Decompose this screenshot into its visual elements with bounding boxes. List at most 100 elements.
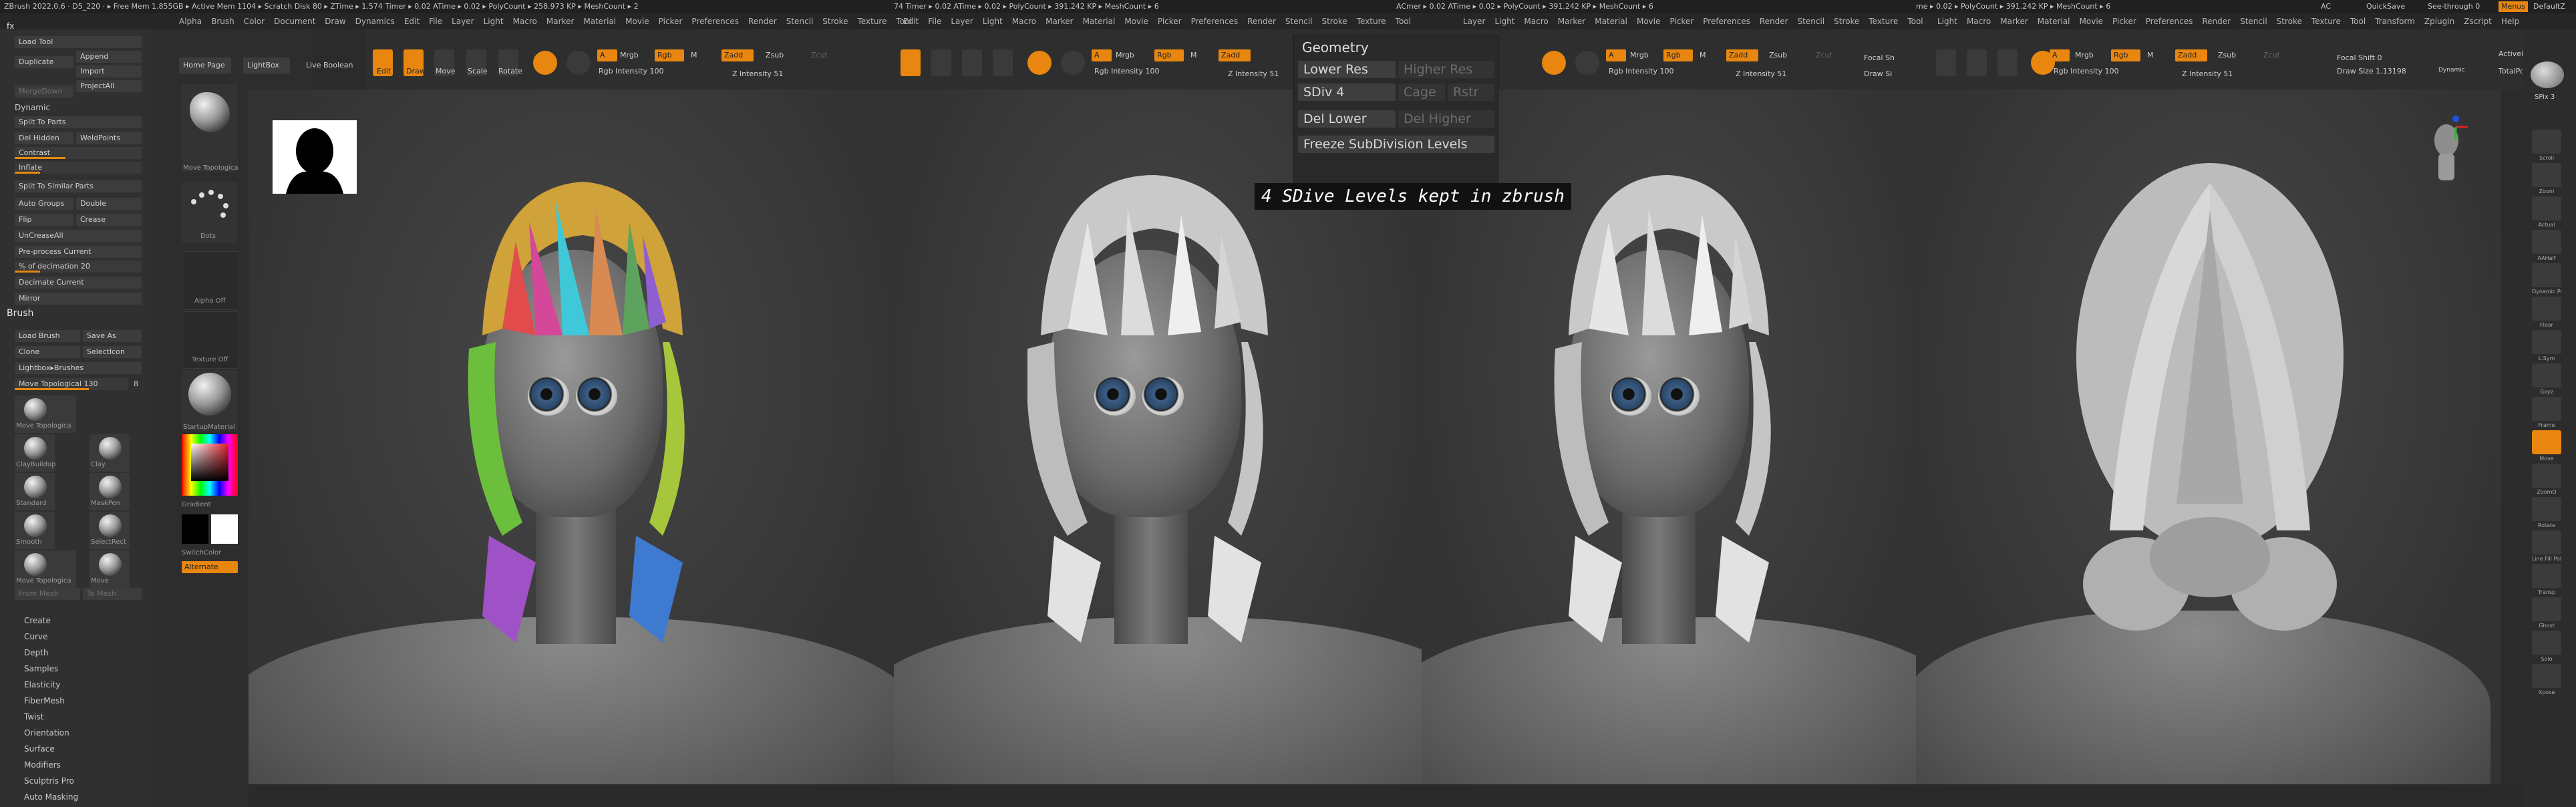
color-picker[interactable] — [182, 434, 238, 496]
menu-item[interactable]: Layer — [951, 13, 973, 29]
section-header[interactable]: Auto Masking — [24, 791, 78, 803]
tray-button[interactable]: L.Sym — [2532, 330, 2561, 361]
menu-item[interactable]: Texture — [1357, 13, 1386, 29]
zcut-toggle[interactable]: Zcut — [1816, 51, 1832, 59]
split-to-parts-button[interactable]: Split To Parts — [15, 116, 142, 128]
menu-item[interactable]: Tool — [1396, 13, 1411, 29]
rgb-toggle[interactable]: Rgb — [655, 49, 684, 61]
move-icon[interactable] — [931, 49, 951, 76]
menu-item[interactable]: Movie — [1124, 13, 1148, 29]
alpha-slot[interactable]: Alpha Off — [182, 251, 239, 310]
stroke-slot[interactable]: Dots — [182, 182, 238, 243]
menu-item[interactable]: Draw — [325, 13, 345, 29]
m-toggle[interactable]: M — [1700, 51, 1706, 59]
current-brush-slot[interactable]: Move Topologica — [182, 84, 238, 172]
menu-item[interactable]: File — [928, 13, 941, 29]
menu-item[interactable]: Macro — [1012, 13, 1036, 29]
uncrease-all-button[interactable]: UnCreaseAll — [15, 230, 142, 242]
move-topological-slider[interactable]: Move Topological 130 — [15, 378, 128, 390]
menu-item[interactable]: Texture — [858, 13, 887, 29]
menu-item[interactable]: Material — [583, 13, 616, 29]
menu-item[interactable]: Picker — [2112, 13, 2136, 29]
zadd-toggle[interactable]: Zadd — [1726, 49, 1758, 61]
menu-item[interactable]: Stencil — [786, 13, 814, 29]
section-header[interactable]: Surface — [24, 743, 55, 755]
select-icon-button[interactable]: SelectIcon — [83, 346, 142, 358]
z-intensity-slider[interactable]: Z Intensity 51 — [732, 69, 783, 78]
tray-button[interactable]: Solo — [2532, 631, 2561, 662]
inflate-slider[interactable]: Inflate — [15, 162, 142, 174]
brush-slot[interactable]: ClayBuildup — [15, 434, 56, 472]
mirror-button[interactable]: Mirror — [15, 293, 142, 305]
menu-item[interactable]: Help — [2501, 13, 2519, 29]
import-button[interactable]: Import — [76, 65, 142, 77]
menu-item[interactable]: Zscript — [2464, 13, 2492, 29]
m-toggle[interactable]: M — [691, 51, 697, 59]
brush-slot[interactable]: Standard — [15, 473, 55, 510]
rgb-intensity-slider[interactable]: Rgb Intensity 100 — [1609, 67, 1673, 75]
menu-item[interactable]: Picker — [1670, 13, 1694, 29]
menu-item[interactable]: Light — [1494, 13, 1514, 29]
menu-item[interactable]: Stencil — [1285, 13, 1313, 29]
tray-button[interactable]: Transp — [2532, 564, 2561, 595]
zadd-toggle[interactable]: Zadd — [1219, 49, 1251, 61]
move-icon[interactable] — [1936, 49, 1956, 76]
menu-item[interactable]: Color — [244, 13, 265, 29]
rgb-intensity-slider[interactable]: Rgb Intensity 100 — [1094, 67, 1159, 75]
menu-item[interactable]: Material — [2038, 13, 2070, 29]
del-higher-button[interactable]: Del Higher — [1398, 110, 1494, 128]
brush-slot[interactable]: Move Topologica — [15, 395, 76, 433]
scale-icon[interactable] — [1967, 49, 1987, 76]
menu-item[interactable]: Render — [748, 13, 777, 29]
mrgb-toggle[interactable]: Mrgb — [2075, 51, 2094, 59]
preprocess-button[interactable]: Pre-process Current — [15, 246, 142, 258]
load-brush-button[interactable]: Load Brush — [15, 330, 80, 342]
menu-item[interactable]: Marker — [2000, 13, 2028, 29]
menu-item[interactable]: Texture — [1869, 13, 1898, 29]
see-through-slider[interactable]: See-through 0 — [2428, 0, 2480, 13]
menu-item[interactable]: Edit — [404, 13, 420, 29]
material-icon[interactable] — [1061, 51, 1085, 75]
brush-slot[interactable]: Move Topologica — [15, 550, 76, 588]
brush-slot[interactable]: Clay — [90, 434, 130, 472]
menu-item[interactable]: Zplugin — [2424, 13, 2454, 29]
zadd-toggle[interactable]: Zadd — [721, 49, 754, 61]
menu-item[interactable]: Render — [2202, 13, 2231, 29]
viewport-1[interactable] — [249, 90, 894, 784]
sphere-brush-icon[interactable] — [1027, 51, 1052, 75]
section-header[interactable]: Depth — [24, 647, 49, 659]
menu-item[interactable]: Alpha — [179, 13, 202, 29]
z-intensity-slider[interactable]: Z Intensity 51 — [1736, 69, 1786, 78]
mrgb-toggle[interactable]: Mrgb — [620, 51, 639, 59]
menu-item[interactable]: Stroke — [2277, 13, 2302, 29]
silhouette-thumbnail[interactable] — [273, 120, 357, 194]
section-header[interactable]: Curve — [24, 631, 47, 643]
menu-item[interactable]: Material — [1595, 13, 1627, 29]
split-similar-button[interactable]: Split To Similar Parts — [15, 180, 142, 192]
menu-item[interactable]: Macro — [1524, 13, 1548, 29]
menu-item[interactable]: Light — [1937, 13, 1957, 29]
navigation-gizmo-icon[interactable] — [2429, 114, 2469, 187]
sphere-brush-icon[interactable] — [533, 51, 557, 75]
tray-button[interactable]: Line Fill PolyF — [2532, 530, 2561, 562]
section-header[interactable]: Sculptris Pro — [24, 775, 74, 787]
menu-item[interactable]: Picker — [1158, 13, 1182, 29]
flip-button[interactable]: Flip — [15, 214, 73, 226]
color-square[interactable] — [191, 444, 228, 481]
rgb-toggle[interactable]: Rgb — [2111, 49, 2140, 61]
home-page-button[interactable]: Home Page — [179, 57, 231, 73]
live-boolean-button[interactable]: Live Boolean — [302, 57, 358, 73]
save-as-button[interactable]: Save As — [83, 330, 142, 342]
draw-icon[interactable] — [901, 49, 921, 76]
z-intensity-slider[interactable]: Z Intensity 51 — [1228, 69, 1279, 78]
brush-slot[interactable]: Move — [90, 550, 130, 588]
crease-button[interactable]: Crease — [76, 214, 142, 226]
viewport-4[interactable] — [1916, 90, 2501, 784]
sdiv-preview-icon[interactable] — [2531, 61, 2564, 88]
brush-slot[interactable]: MaskPen — [90, 473, 130, 510]
decimation-slider[interactable]: % of decimation 20 — [15, 261, 142, 273]
section-header[interactable]: Twist — [24, 711, 43, 723]
duplicate-button[interactable]: Duplicate — [15, 56, 73, 68]
menu-item[interactable]: Preferences — [1703, 13, 1750, 29]
draw-size-slider[interactable]: Draw Size 1.13198 — [2337, 67, 2406, 75]
